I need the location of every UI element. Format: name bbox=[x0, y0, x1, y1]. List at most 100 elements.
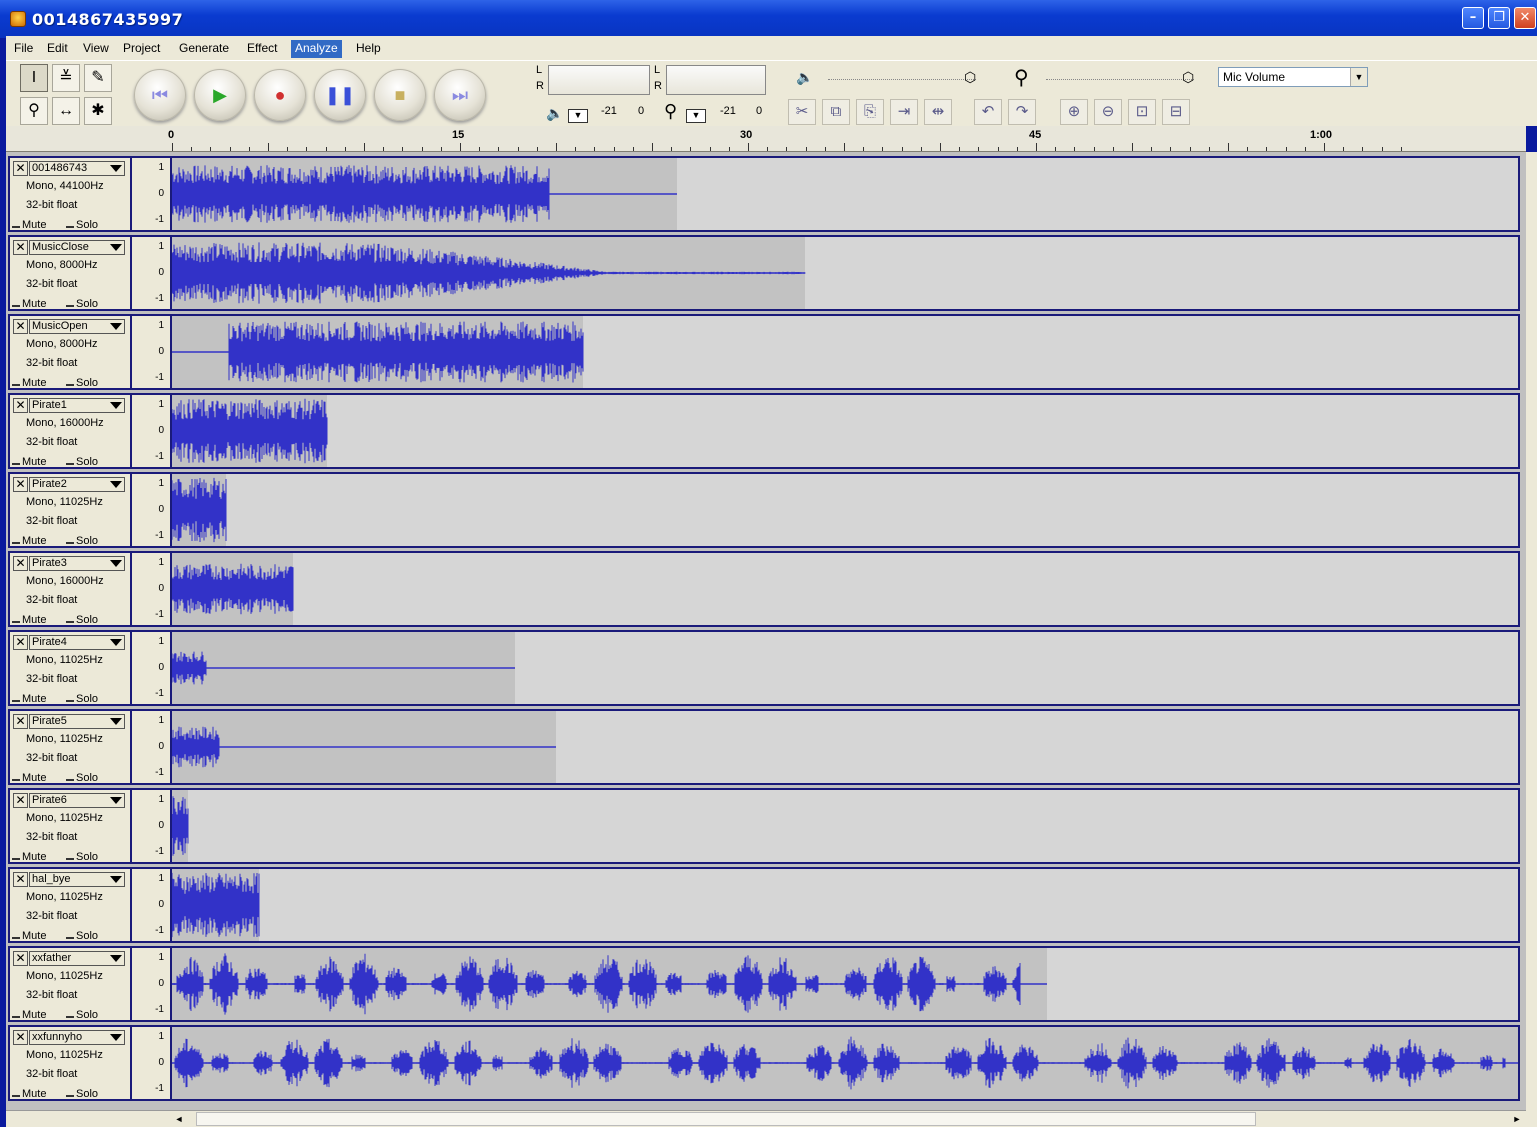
track-name-menu[interactable]: hal_bye bbox=[29, 872, 125, 887]
solo-button[interactable]: Solo bbox=[65, 614, 98, 625]
track-name-menu[interactable]: Pirate4 bbox=[29, 635, 125, 650]
solo-button[interactable]: Solo bbox=[65, 535, 98, 546]
audio-track[interactable]: ✕ Pirate6 Mono, 11025Hz 32-bit float Mute Sol… bbox=[8, 788, 1520, 864]
menu-edit[interactable]: Edit bbox=[43, 40, 72, 58]
scroll-left-icon[interactable]: ◄ bbox=[172, 1112, 186, 1126]
solo-button[interactable]: Solo bbox=[65, 693, 98, 704]
fit-selection-icon[interactable]: ⊡ bbox=[1128, 99, 1156, 125]
draw-tool-icon[interactable]: ✎ bbox=[84, 64, 112, 92]
audio-track[interactable]: ✕ MusicOpen Mono, 8000Hz 32-bit float Mute So… bbox=[8, 314, 1520, 390]
waveform-area[interactable] bbox=[172, 711, 1518, 783]
waveform-area[interactable] bbox=[172, 790, 1518, 862]
multi-tool-icon[interactable]: ✱ bbox=[84, 97, 112, 125]
waveform-area[interactable] bbox=[172, 237, 1518, 309]
close-track-icon[interactable]: ✕ bbox=[13, 240, 28, 255]
mute-button[interactable]: Mute bbox=[11, 693, 46, 704]
trim-icon[interactable]: ⇥ bbox=[890, 99, 918, 125]
mute-button[interactable]: Mute bbox=[11, 535, 46, 546]
track-name-menu[interactable]: 001486743 bbox=[29, 161, 125, 176]
minimize-button[interactable]: – bbox=[1462, 7, 1484, 29]
close-button[interactable]: ✕ bbox=[1514, 7, 1536, 29]
horizontal-scrollbar[interactable]: ◄ ► bbox=[6, 1110, 1526, 1127]
menu-effect[interactable]: Effect bbox=[243, 40, 281, 58]
undo-icon[interactable]: ↶ bbox=[974, 99, 1002, 125]
close-track-icon[interactable]: ✕ bbox=[13, 398, 28, 413]
audio-track[interactable]: ✕ xxfather Mono, 11025Hz 32-bit float Mute So… bbox=[8, 946, 1520, 1022]
cut-icon[interactable]: ✂ bbox=[788, 99, 816, 125]
mute-button[interactable]: Mute bbox=[11, 772, 46, 783]
input-source-select[interactable]: Mic Volume ▼ bbox=[1218, 67, 1368, 87]
waveform-area[interactable] bbox=[172, 395, 1518, 467]
waveform-area[interactable] bbox=[172, 948, 1518, 1020]
fit-project-icon[interactable]: ⊟ bbox=[1162, 99, 1190, 125]
close-track-icon[interactable]: ✕ bbox=[13, 714, 28, 729]
audio-track[interactable]: ✕ Pirate1 Mono, 16000Hz 32-bit float Mute Sol… bbox=[8, 393, 1520, 469]
solo-button[interactable]: Solo bbox=[65, 930, 98, 941]
zoom-out-icon[interactable]: ⊖ bbox=[1094, 99, 1122, 125]
track-name-menu[interactable]: Pirate6 bbox=[29, 793, 125, 808]
menu-project[interactable]: Project bbox=[119, 40, 164, 58]
track-name-menu[interactable]: Pirate1 bbox=[29, 398, 125, 413]
timeline-ruler[interactable]: 0 15 30 45 1:00 bbox=[6, 126, 1526, 152]
audio-track[interactable]: ✕ Pirate3 Mono, 16000Hz 32-bit float Mute Sol… bbox=[8, 551, 1520, 627]
solo-button[interactable]: Solo bbox=[65, 219, 98, 230]
audio-track[interactable]: ✕ hal_bye Mono, 11025Hz 32-bit float Mute Sol… bbox=[8, 867, 1520, 943]
waveform-area[interactable] bbox=[172, 474, 1518, 546]
waveform-area[interactable] bbox=[172, 316, 1518, 388]
redo-icon[interactable]: ↷ bbox=[1008, 99, 1036, 125]
audio-track[interactable]: ✕ xxfunnyho Mono, 11025Hz 32-bit float Mute S… bbox=[8, 1025, 1520, 1101]
play-icon[interactable]: ▶ bbox=[194, 69, 246, 121]
scroll-thumb[interactable] bbox=[196, 1112, 1256, 1126]
solo-button[interactable]: Solo bbox=[65, 298, 98, 309]
mute-button[interactable]: Mute bbox=[11, 1088, 46, 1099]
record-meter[interactable] bbox=[666, 65, 766, 95]
audio-track[interactable]: ✕ Pirate2 Mono, 11025Hz 32-bit float Mute Sol… bbox=[8, 472, 1520, 548]
audio-track[interactable]: ✕ MusicClose Mono, 8000Hz 32-bit float Mute S… bbox=[8, 235, 1520, 311]
close-track-icon[interactable]: ✕ bbox=[13, 161, 28, 176]
pause-icon[interactable]: ❚❚ bbox=[314, 69, 366, 121]
close-track-icon[interactable]: ✕ bbox=[13, 1030, 28, 1045]
track-name-menu[interactable]: Pirate3 bbox=[29, 556, 125, 571]
track-name-menu[interactable]: Pirate2 bbox=[29, 477, 125, 492]
audio-track[interactable]: ✕ Pirate5 Mono, 11025Hz 32-bit float Mute Sol… bbox=[8, 709, 1520, 785]
mute-button[interactable]: Mute bbox=[11, 456, 46, 467]
waveform-area[interactable] bbox=[172, 158, 1518, 230]
close-track-icon[interactable]: ✕ bbox=[13, 477, 28, 492]
playback-meter[interactable] bbox=[548, 65, 650, 95]
restore-button[interactable]: ❐ bbox=[1488, 7, 1510, 29]
track-name-menu[interactable]: xxfunnyho bbox=[29, 1030, 125, 1045]
close-track-icon[interactable]: ✕ bbox=[13, 635, 28, 650]
zoom-tool-icon[interactable]: ⚲ bbox=[20, 97, 48, 125]
record-icon[interactable]: ● bbox=[254, 69, 306, 121]
menu-help[interactable]: Help bbox=[352, 40, 385, 58]
audio-track[interactable]: ✕ 001486743 Mono, 44100Hz 32-bit float Mute S… bbox=[8, 156, 1520, 232]
envelope-tool-icon[interactable]: ≚ bbox=[52, 64, 80, 92]
copy-icon[interactable]: ⧉ bbox=[822, 99, 850, 125]
zoom-in-icon[interactable]: ⊕ bbox=[1060, 99, 1088, 125]
close-track-icon[interactable]: ✕ bbox=[13, 319, 28, 334]
mute-button[interactable]: Mute bbox=[11, 614, 46, 625]
track-name-menu[interactable]: Pirate5 bbox=[29, 714, 125, 729]
waveform-area[interactable] bbox=[172, 553, 1518, 625]
waveform-area[interactable] bbox=[172, 632, 1518, 704]
audio-track[interactable]: ✕ Pirate4 Mono, 11025Hz 32-bit float Mute Sol… bbox=[8, 630, 1520, 706]
mute-button[interactable]: Mute bbox=[11, 851, 46, 862]
mute-button[interactable]: Mute bbox=[11, 377, 46, 388]
track-name-menu[interactable]: MusicClose bbox=[29, 240, 125, 255]
skip-to-end-icon[interactable]: ⏭ bbox=[434, 69, 486, 121]
close-track-icon[interactable]: ✕ bbox=[13, 556, 28, 571]
mute-button[interactable]: Mute bbox=[11, 930, 46, 941]
solo-button[interactable]: Solo bbox=[65, 1009, 98, 1020]
mute-button[interactable]: Mute bbox=[11, 298, 46, 309]
timeshift-tool-icon[interactable]: ↔ bbox=[52, 97, 80, 125]
solo-button[interactable]: Solo bbox=[65, 772, 98, 783]
close-track-icon[interactable]: ✕ bbox=[13, 872, 28, 887]
mute-button[interactable]: Mute bbox=[11, 219, 46, 230]
solo-button[interactable]: Solo bbox=[65, 456, 98, 467]
menu-generate[interactable]: Generate bbox=[175, 40, 233, 58]
waveform-area[interactable] bbox=[172, 1027, 1518, 1099]
waveform-area[interactable] bbox=[172, 869, 1518, 941]
output-volume-thumb-icon[interactable]: ⬡ bbox=[964, 69, 976, 86]
playback-meter-dropdown-icon[interactable]: ▼ bbox=[568, 109, 588, 123]
mute-button[interactable]: Mute bbox=[11, 1009, 46, 1020]
